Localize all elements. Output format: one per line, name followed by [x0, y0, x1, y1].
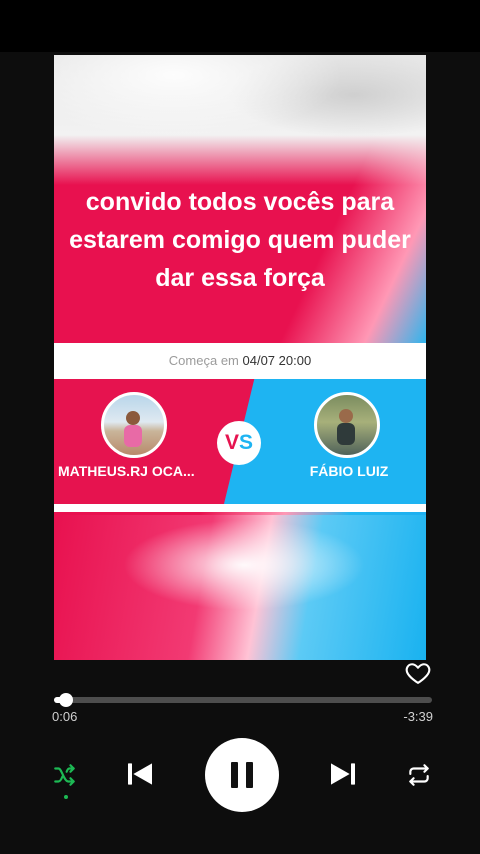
pause-button[interactable]	[205, 738, 279, 812]
left-opponent-name: MATHEUS.RJ OCA...	[58, 463, 195, 479]
repeat-icon[interactable]	[405, 762, 433, 788]
right-avatar	[314, 392, 380, 458]
previous-icon[interactable]	[124, 758, 156, 790]
vs-letter-v: V	[224, 431, 239, 454]
card-bottom-strip	[54, 504, 426, 512]
progress-bar[interactable]	[54, 693, 432, 707]
remaining-time: -3:39	[403, 709, 433, 724]
starts-datetime: 04/07 20:00	[242, 353, 312, 368]
left-avatar	[101, 392, 167, 458]
elapsed-time: 0:06	[52, 709, 78, 724]
avatar-figure-head	[339, 409, 353, 423]
vs-letter-s: S	[239, 431, 254, 454]
starts-bar: Começa em 04/07 20:00	[54, 343, 426, 379]
shuffle-icon[interactable]	[52, 762, 78, 788]
pause-icon	[231, 762, 253, 788]
caption-text: convido todos vocês para estarem comigo …	[69, 188, 411, 292]
right-opponent-name: FÁBIO LUIZ	[309, 463, 389, 479]
art-gradient-bottom	[54, 515, 426, 660]
next-icon[interactable]	[327, 758, 359, 790]
progress-handle[interactable]	[59, 693, 74, 707]
avatar-figure-head	[126, 411, 140, 425]
shuffle-active-dot	[64, 795, 68, 799]
cover-art: convido todos vocês para estarem comigo …	[54, 55, 426, 660]
top-bar	[0, 0, 480, 52]
vs-badge: VS	[217, 421, 261, 465]
avatar-figure-body	[337, 423, 355, 445]
heart-icon[interactable]	[404, 659, 432, 687]
avatar-figure-body	[124, 425, 142, 447]
starts-label: Começa em	[168, 353, 239, 368]
versus-card: VS MATHEUS.RJ OCA... FÁBIO LUIZ	[54, 379, 426, 504]
